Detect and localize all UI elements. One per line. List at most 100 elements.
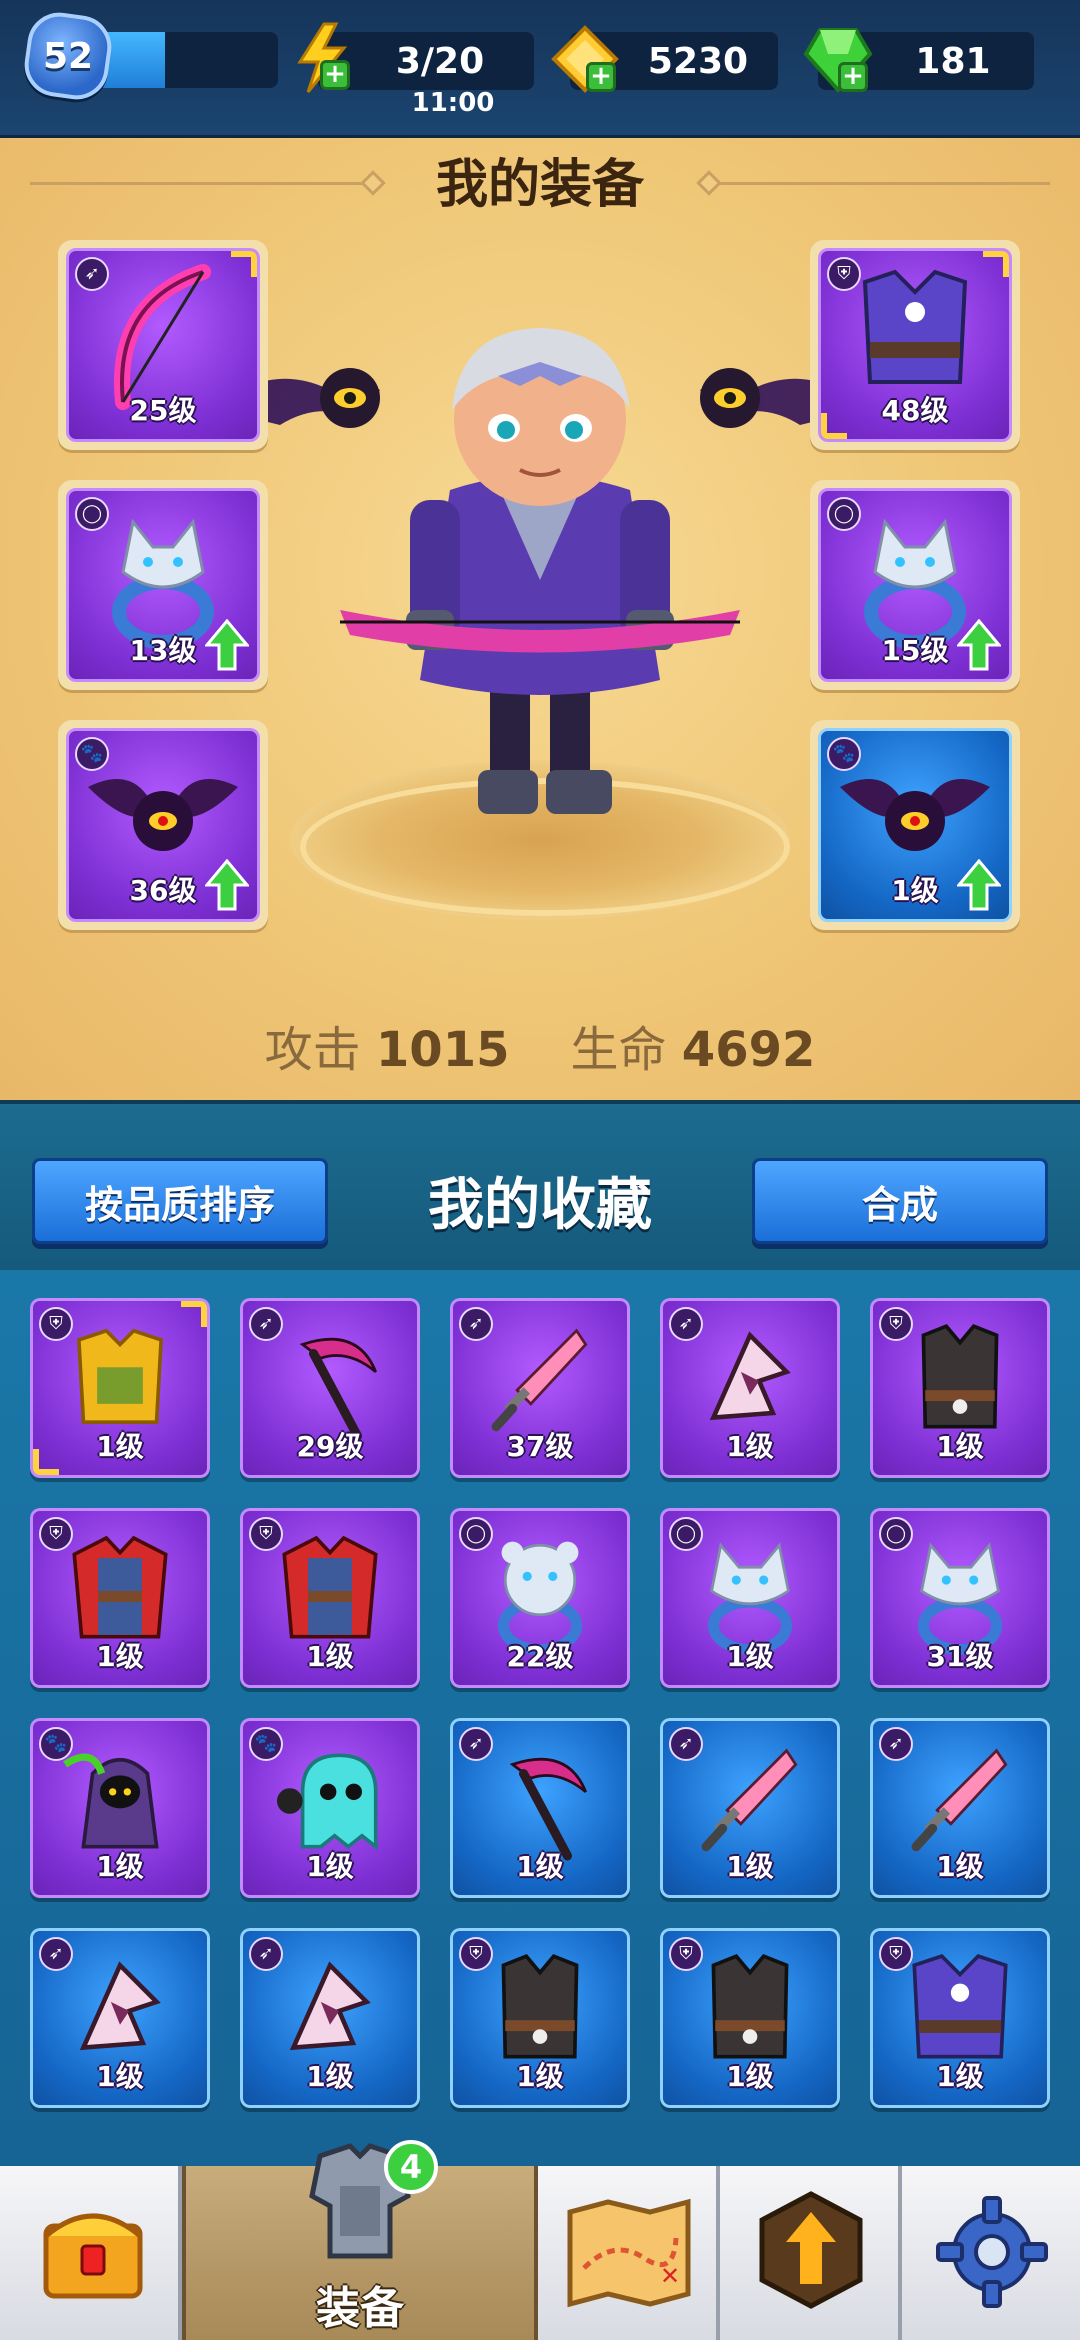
hero-character[interactable] — [210, 320, 870, 860]
collection-item[interactable]: 🐾 1级 — [30, 1718, 210, 1898]
collection-item-frame: 🐾 1级 — [30, 1718, 210, 1898]
collection-item[interactable]: 🐾 1级 — [240, 1718, 420, 1898]
equip-slot-ring-1-frame: ◯ 13级 — [66, 488, 260, 682]
svg-text:✕: ✕ — [660, 2262, 680, 2290]
map-icon: ✕ — [567, 2198, 691, 2308]
rarity-corner — [181, 1301, 207, 1327]
equip-ring-2-level: 15级 — [881, 634, 949, 667]
collection-item[interactable]: ➶ 1级 — [660, 1298, 840, 1478]
equip-slot-armor[interactable]: ⛨ 48级 — [810, 240, 1020, 450]
attack-value: 1015 — [375, 1022, 510, 1078]
collection-item-level: 1级 — [96, 1640, 144, 1673]
collection-item-frame: ◯ 22级 — [450, 1508, 630, 1688]
collection-item[interactable]: ➶ 37级 — [450, 1298, 630, 1478]
collection-item[interactable]: ➶ 1级 — [450, 1718, 630, 1898]
equip-pet-1-level: 36级 — [129, 874, 197, 907]
collection-item-frame: ⛨ 1级 — [870, 1928, 1050, 2108]
merge-button[interactable]: 合成 — [752, 1158, 1048, 1244]
collection-item[interactable]: ⛨ 1级 — [450, 1928, 630, 2108]
collection-item-level: 1级 — [936, 1430, 984, 1463]
collection-item[interactable]: ⛨ 1级 — [660, 1928, 840, 2108]
collection-item-level: 1级 — [306, 1850, 354, 1883]
equip-slot-ring-1[interactable]: ◯ 13级 — [58, 480, 268, 690]
energy-add-button[interactable]: + — [320, 60, 350, 90]
collection-item-level: 29级 — [296, 1430, 364, 1463]
collection-item-frame: ⛨ 1级 — [30, 1298, 210, 1478]
equip-slot-pet-1-frame: 🐾 36级 — [66, 728, 260, 922]
collection-item-level: 1级 — [726, 1640, 774, 1673]
player-level: 52 — [42, 35, 94, 77]
collection-item-level: 1级 — [936, 2060, 984, 2093]
collection-item-frame: ➶ 1级 — [870, 1718, 1050, 1898]
equip-slot-pet-2[interactable]: 🐾 1级 — [810, 720, 1020, 930]
equip-ring-1-level: 13级 — [129, 634, 197, 667]
collection-item[interactable]: ⛨ 1级 — [30, 1298, 210, 1478]
collection-item[interactable]: ➶ 1级 — [870, 1718, 1050, 1898]
collection-item-level: 1级 — [96, 1430, 144, 1463]
coins-value: 5230 — [647, 40, 749, 82]
collection-item-frame: ➶ 37级 — [450, 1298, 630, 1478]
collection-item-level: 1级 — [726, 1850, 774, 1883]
equipment-title: 我的装备 — [435, 155, 644, 215]
rarity-corner — [983, 251, 1009, 277]
collection-item-frame: ◯ 31级 — [870, 1508, 1050, 1688]
equip-slot-pet-1[interactable]: 🐾 36级 — [58, 720, 268, 930]
collection-item[interactable]: ⛨ 1级 — [30, 1508, 210, 1688]
collection-item[interactable]: ◯ 1级 — [660, 1508, 840, 1688]
collection-item-frame: ⛨ 1级 — [450, 1928, 630, 2108]
collection-item[interactable]: ⛨ 1级 — [870, 1298, 1050, 1478]
collection-item-frame: ➶ 1级 — [30, 1928, 210, 2108]
equipment-badge: 4 — [384, 2140, 438, 2194]
hero-stats: 攻击 1015 生命 4692 — [0, 1010, 1080, 1080]
collection-item-frame: ⛨ 1级 — [240, 1508, 420, 1688]
collection-item[interactable]: ⛨ 1级 — [870, 1928, 1050, 2108]
collection-item-level: 1级 — [726, 1430, 774, 1463]
collection-item[interactable]: ◯ 31级 — [870, 1508, 1050, 1688]
equip-pet-2-level: 1级 — [891, 874, 939, 907]
collection-item-level: 1级 — [96, 2060, 144, 2093]
gems-value: 181 — [915, 40, 991, 82]
equip-armor-level: 48级 — [881, 394, 949, 427]
equip-slot-ring-2-frame: ◯ 15级 — [818, 488, 1012, 682]
gear-icon — [936, 2196, 1048, 2308]
collection-item-frame: ➶ 1级 — [450, 1718, 630, 1898]
energy-value: 3/20 — [395, 40, 485, 82]
collection-item-level: 1级 — [96, 1850, 144, 1883]
hp-value: 4692 — [681, 1022, 816, 1078]
collection-item[interactable]: ⛨ 1级 — [240, 1508, 420, 1688]
collection-item-level: 1级 — [516, 2060, 564, 2093]
equip-slot-armor-frame: ⛨ 48级 — [818, 248, 1012, 442]
collection-item-level: 1级 — [306, 1640, 354, 1673]
equip-slot-weapon-frame: ➶ 25级 — [66, 248, 260, 442]
gems-add-button[interactable]: + — [838, 62, 868, 92]
energy-timer: 11:00 — [411, 88, 495, 118]
attack-label: 攻击 — [264, 1022, 361, 1078]
collection-item-frame: ➶ 1级 — [240, 1928, 420, 2108]
collection-item-level: 1级 — [516, 1850, 564, 1883]
nav-label-equipment: 装备 — [316, 2283, 404, 2334]
collection-item-frame: ⛨ 1级 — [660, 1928, 840, 2108]
collection-item[interactable]: ➶ 29级 — [240, 1298, 420, 1478]
rarity-corner — [231, 251, 257, 277]
hp-label: 生命 — [570, 1022, 667, 1078]
collection-item[interactable]: ➶ 1级 — [240, 1928, 420, 2108]
collection-item-frame: ◯ 1级 — [660, 1508, 840, 1688]
collection-item-level: 31级 — [926, 1640, 994, 1673]
collection-item[interactable]: ◯ 22级 — [450, 1508, 630, 1688]
xp-bar — [96, 32, 278, 88]
collection-item[interactable]: ➶ 1级 — [30, 1928, 210, 2108]
collection-item-frame: ➶ 29级 — [240, 1298, 420, 1478]
equip-slot-weapon[interactable]: ➶ 25级 — [58, 240, 268, 450]
collection-item-frame: 🐾 1级 — [240, 1718, 420, 1898]
collection-item[interactable]: ➶ 1级 — [660, 1718, 840, 1898]
collection-item-frame: ➶ 1级 — [660, 1718, 840, 1898]
collection-item-level: 1级 — [306, 2060, 354, 2093]
upgrade-icon — [759, 2191, 863, 2309]
collection-item-level: 22级 — [506, 1640, 574, 1673]
equip-slot-ring-2[interactable]: ◯ 15级 — [810, 480, 1020, 690]
coins-add-button[interactable]: + — [586, 62, 616, 92]
chest-icon — [43, 2213, 143, 2299]
collection-item-level: 1级 — [936, 1850, 984, 1883]
collection-item-frame: ➶ 1级 — [660, 1298, 840, 1478]
collection-item-frame: ⛨ 1级 — [30, 1508, 210, 1688]
